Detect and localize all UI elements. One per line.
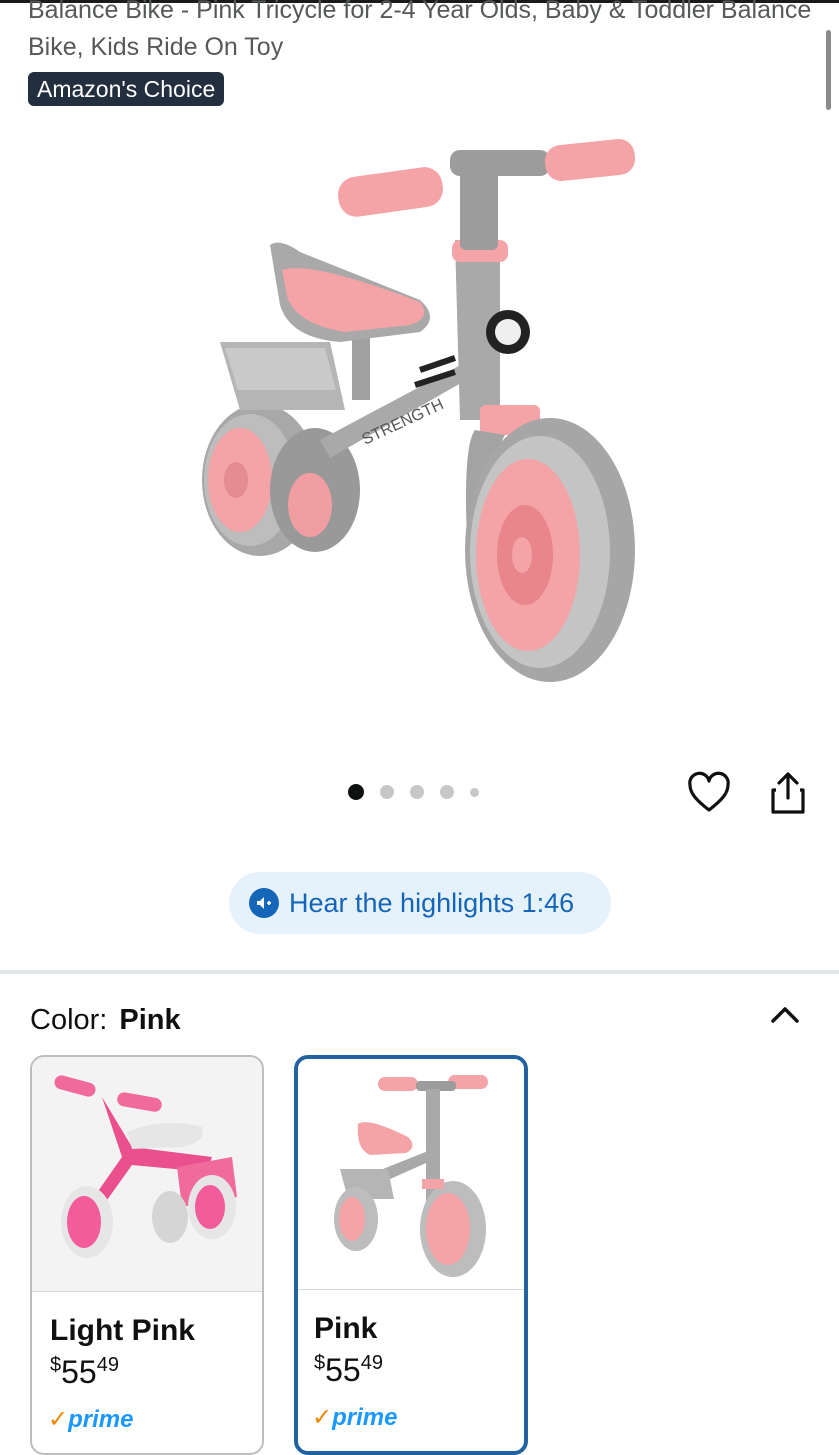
scrollbar[interactable] bbox=[826, 30, 831, 110]
hear-highlights-button[interactable]: Hear the highlights 1:46 bbox=[229, 872, 611, 934]
image-carousel-dots[interactable] bbox=[348, 783, 479, 801]
carousel-dot-4[interactable] bbox=[440, 785, 454, 799]
share-icon[interactable] bbox=[767, 770, 809, 816]
pink-thumbnail bbox=[298, 1059, 524, 1289]
product-image[interactable]: STRENGTH bbox=[170, 120, 670, 720]
section-divider bbox=[0, 970, 839, 974]
product-title: Balance Bike - Pink Tricycle for 2-4 Yea… bbox=[28, 0, 812, 61]
carousel-dot-5[interactable] bbox=[470, 787, 479, 797]
rear-wheel bbox=[202, 404, 360, 556]
card-separator bbox=[298, 1289, 524, 1290]
speaker-icon bbox=[249, 888, 279, 918]
chevron-up-icon[interactable] bbox=[765, 996, 805, 1036]
heart-icon[interactable] bbox=[686, 770, 732, 816]
carousel-dot-2[interactable] bbox=[380, 785, 394, 799]
prime-logo: ✓prime bbox=[312, 1404, 398, 1431]
carousel-dot-3[interactable] bbox=[410, 785, 424, 799]
color-option-price: $5549 bbox=[314, 1352, 383, 1388]
carousel-dot-1[interactable] bbox=[348, 784, 364, 800]
color-option-light-pink[interactable]: Light Pink $5549 ✓prime bbox=[30, 1055, 264, 1455]
color-option-price: $5549 bbox=[50, 1354, 119, 1390]
color-option-pink[interactable]: Pink $5549 ✓prime bbox=[294, 1055, 528, 1455]
color-option-name: Light Pink bbox=[50, 1314, 195, 1347]
front-wheel bbox=[465, 418, 635, 682]
color-selector-header: Color: Pink bbox=[30, 1004, 181, 1037]
card-separator bbox=[32, 1291, 262, 1292]
amazons-choice-badge: Amazon's Choice bbox=[28, 72, 225, 106]
hear-highlights-label: Hear the highlights 1:46 bbox=[289, 887, 575, 918]
color-label: Color: bbox=[30, 1004, 108, 1036]
prime-logo: ✓prime bbox=[48, 1406, 134, 1433]
color-option-name: Pink bbox=[314, 1312, 378, 1345]
light-pink-thumbnail bbox=[32, 1057, 262, 1291]
selected-color-value: Pink bbox=[119, 1004, 181, 1036]
